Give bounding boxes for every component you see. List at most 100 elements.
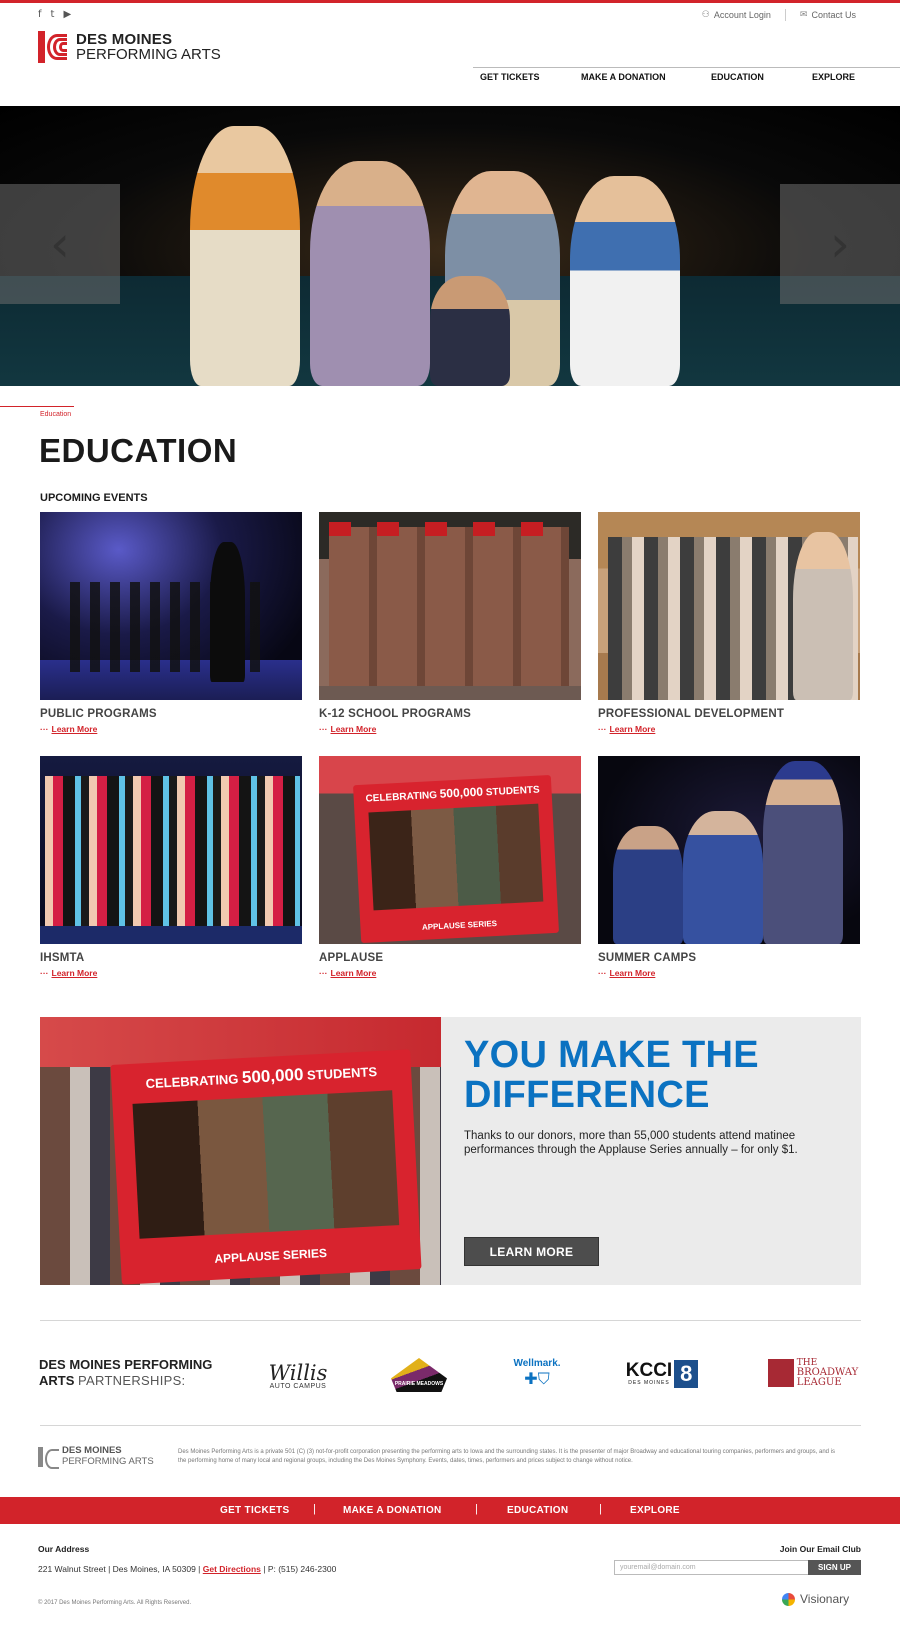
account-login-link[interactable]: Account Login xyxy=(714,10,771,20)
event-title[interactable]: IHSMTA xyxy=(40,952,302,964)
event-title[interactable]: K-12 SCHOOL PROGRAMS xyxy=(319,708,581,720)
sign-up-button[interactable]: SIGN UP xyxy=(808,1560,861,1575)
broadway-text-3: LEAGUE xyxy=(796,1377,842,1388)
hero-performer xyxy=(570,176,680,386)
main-nav: GET TICKETS MAKE A DONATION EDUCATION EX… xyxy=(473,67,900,87)
footer-logo-line2: PERFORMING ARTS xyxy=(62,1456,154,1467)
email-input[interactable]: youremail@domain.com xyxy=(614,1560,809,1575)
footer-nav-separator: | xyxy=(475,1503,478,1515)
partner-logo-kcci[interactable]: KCCI DES MOINES 8 xyxy=(620,1356,704,1392)
willis-wordmark: Willis xyxy=(268,1360,328,1385)
cta-frame-number: 500,000 xyxy=(241,1064,304,1088)
get-directions-link[interactable]: Get Directions xyxy=(203,1564,261,1574)
event-image[interactable] xyxy=(319,512,581,700)
cta-body: Thanks to our donors, more than 55,000 s… xyxy=(464,1130,798,1156)
footer-nav: GET TICKETS | MAKE A DONATION | EDUCATIO… xyxy=(0,1497,900,1524)
learn-more-link[interactable]: ··· Learn More xyxy=(40,968,302,978)
event-image[interactable] xyxy=(40,756,302,944)
kcci-channel-number: 8 xyxy=(674,1360,699,1388)
footer-nav-education[interactable]: EDUCATION xyxy=(507,1505,568,1516)
partner-logo-willis[interactable]: Willis AUTO CAMPUS xyxy=(258,1356,338,1396)
partner-logo-broadway-league[interactable]: THE BROADWAY LEAGUE xyxy=(765,1356,861,1390)
hero-performer xyxy=(310,161,430,386)
event-image[interactable] xyxy=(40,512,302,700)
nav-make-donation[interactable]: MAKE A DONATION xyxy=(581,72,666,82)
event-card[interactable]: IHSMTA ··· Learn More xyxy=(40,756,302,978)
event-title[interactable]: SUMMER CAMPS xyxy=(598,952,860,964)
site-logo[interactable]: DES MOINES PERFORMING ARTS xyxy=(38,31,221,63)
youtube-icon[interactable]: ▶ xyxy=(63,9,71,20)
divider xyxy=(40,1425,861,1426)
street-address: 221 Walnut Street | Des Moines, IA 50309… xyxy=(38,1564,201,1574)
cta-frame-caption-end: STUDENTS xyxy=(306,1064,378,1083)
wellmark-wordmark: Wellmark. xyxy=(513,1357,561,1369)
learn-more-button[interactable]: LEARN MORE xyxy=(464,1237,599,1266)
visionary-wordmark: Visionary xyxy=(800,1592,850,1606)
learn-more-link[interactable]: ··· Learn More xyxy=(319,724,581,734)
learn-more-link[interactable]: ··· Learn More xyxy=(598,968,860,978)
breadcrumb[interactable]: Education xyxy=(40,411,71,418)
nav-explore[interactable]: EXPLORE xyxy=(812,72,855,82)
top-accent-bar xyxy=(0,0,900,3)
frame-caption-number: 500,000 xyxy=(439,784,484,801)
hero-carousel: ‹ › xyxy=(0,106,900,386)
donation-cta: CELEBRATING 500,000 STUDENTS APPLAUSE SE… xyxy=(40,1017,861,1285)
visionary-credit[interactable]: Visionary xyxy=(782,1592,849,1606)
broadway-league-mark-icon xyxy=(767,1359,794,1387)
kcci-wordmark: KCCI xyxy=(625,1360,673,1381)
learn-more-link[interactable]: ··· Learn More xyxy=(319,968,581,978)
phone-number: | P: (515) 246-2300 xyxy=(263,1564,337,1574)
event-title[interactable]: APPLAUSE xyxy=(319,952,581,964)
nav-get-tickets[interactable]: GET TICKETS xyxy=(480,72,540,82)
footer-logo[interactable]: DES MOINES PERFORMING ARTS xyxy=(38,1445,154,1469)
event-card[interactable]: K-12 SCHOOL PROGRAMS ··· Learn More xyxy=(319,512,581,734)
event-card[interactable]: PROFESSIONAL DEVELOPMENT ··· Learn More xyxy=(598,512,860,734)
cta-frame-bottom: APPLAUSE SERIES xyxy=(214,1245,328,1266)
event-card[interactable]: CELEBRATING 500,000 STUDENTS APPLAUSE SE… xyxy=(319,756,581,978)
event-card[interactable]: SUMMER CAMPS ··· Learn More xyxy=(598,756,860,978)
contact-us-link[interactable]: Contact Us xyxy=(811,10,856,20)
learn-more-link[interactable]: ··· Learn More xyxy=(40,724,302,734)
frame-caption-end: STUDENTS xyxy=(485,784,540,799)
footer-nav-explore[interactable]: EXPLORE xyxy=(630,1505,680,1516)
section-title: UPCOMING EVENTS xyxy=(40,492,148,504)
partner-logo-prairie-meadows[interactable]: PRAIRIE MEADOWS xyxy=(388,1356,450,1394)
carousel-next-button[interactable]: › xyxy=(780,184,900,304)
footer-nav-get-tickets[interactable]: GET TICKETS xyxy=(220,1505,289,1516)
chevron-left-icon: ‹ xyxy=(50,215,70,273)
event-image[interactable]: CELEBRATING 500,000 STUDENTS APPLAUSE SE… xyxy=(319,756,581,944)
cta-heading: YOU MAKE THE DIFFERENCE xyxy=(464,1035,844,1115)
event-title[interactable]: PROFESSIONAL DEVELOPMENT xyxy=(598,708,860,720)
willis-subtext: AUTO CAMPUS xyxy=(269,1382,327,1390)
cta-photo: CELEBRATING 500,000 STUDENTS APPLAUSE SE… xyxy=(40,1017,441,1285)
footer-logo-line1: DES MOINES xyxy=(62,1445,122,1456)
logo-text-line2: PERFORMING ARTS xyxy=(76,46,221,63)
partnerships-label: DES MOINES PERFORMING ARTS PARTNERSHIPS: xyxy=(39,1357,213,1388)
footer-description: Des Moines Performing Arts is a private … xyxy=(178,1449,835,1464)
mail-icon: ✉ xyxy=(799,10,808,20)
footer-nav-make-donation[interactable]: MAKE A DONATION xyxy=(343,1505,442,1516)
social-links: f t ▶ xyxy=(38,9,71,20)
address-heading: Our Address xyxy=(38,1544,90,1554)
facebook-icon[interactable]: f xyxy=(38,9,42,20)
learn-more-link[interactable]: ··· Learn More xyxy=(598,724,860,734)
breadcrumb-rule xyxy=(0,406,74,407)
twitter-icon[interactable]: t xyxy=(51,9,55,20)
chevron-right-icon: › xyxy=(830,215,850,273)
partner-logo-wellmark[interactable]: Wellmark. ✚⛉ xyxy=(505,1352,569,1394)
carousel-prev-button[interactable]: ‹ xyxy=(0,184,120,304)
utility-nav: ⚇ Account Login ✉ Contact Us xyxy=(702,9,856,21)
event-card[interactable]: PUBLIC PROGRAMS ··· Learn More xyxy=(40,512,302,734)
event-image[interactable] xyxy=(598,756,860,944)
event-image[interactable] xyxy=(598,512,860,700)
logo-mark-icon xyxy=(38,31,72,63)
footer-logo-mark-icon xyxy=(38,1446,59,1469)
hero-performer xyxy=(190,126,300,386)
cta-heading-line1: YOU MAKE THE xyxy=(464,1034,759,1076)
visionary-logo-icon xyxy=(782,1592,795,1606)
prairie-wordmark: PRAIRIE MEADOWS xyxy=(394,1381,444,1387)
kcci-subtext: DES MOINES xyxy=(628,1380,670,1386)
event-title[interactable]: PUBLIC PROGRAMS xyxy=(40,708,302,720)
footer-nav-separator: | xyxy=(599,1503,602,1515)
nav-education[interactable]: EDUCATION xyxy=(711,72,764,82)
